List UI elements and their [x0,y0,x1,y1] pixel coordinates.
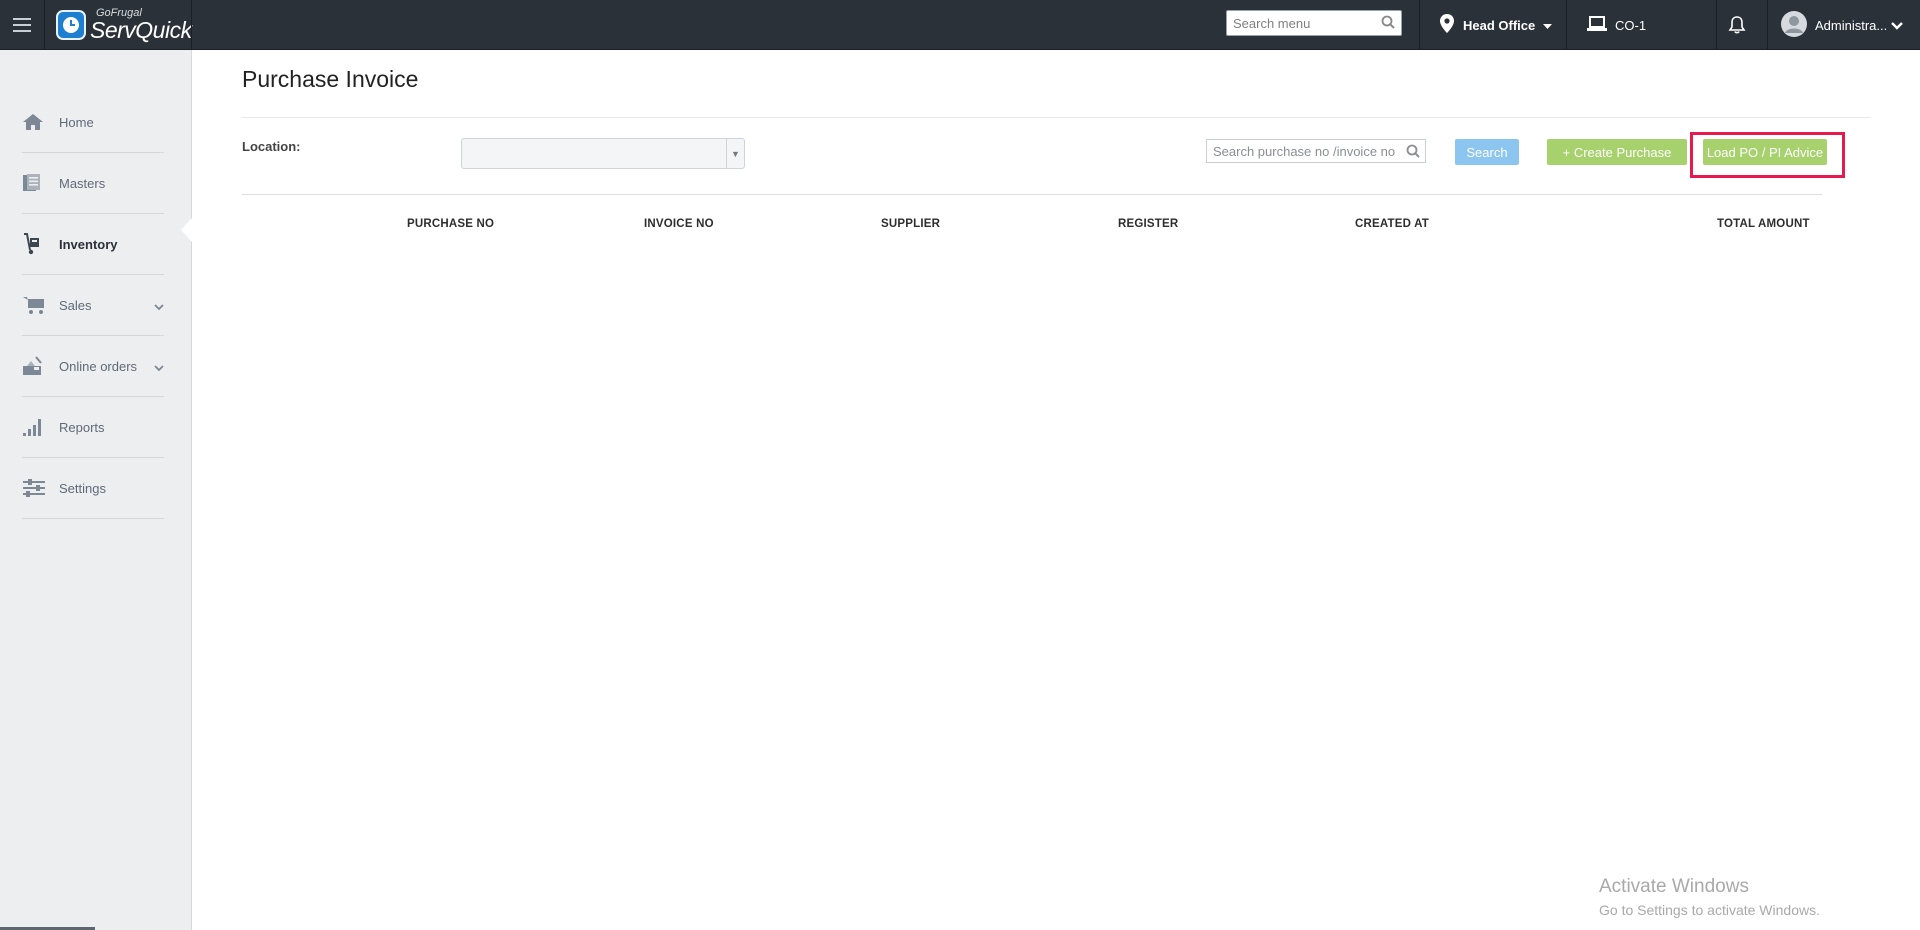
hamburger-menu-icon[interactable] [0,0,45,50]
location-switcher[interactable]: Head Office [1440,0,1553,50]
sidebar-item-sales[interactable]: Sales [22,275,164,336]
watermark-title: Activate Windows [1599,876,1749,897]
search-menu-input[interactable] [1227,12,1377,34]
map-pin-icon [1440,14,1454,36]
settings-icon [22,478,48,498]
sidebar-item-label: Sales [59,297,92,313]
home-icon [22,113,48,131]
create-purchase-button[interactable]: + Create Purchase [1547,139,1687,165]
sidebar-item-label: Settings [59,480,106,496]
search-icon[interactable] [1406,144,1420,163]
chevron-down-icon [154,360,164,375]
sidebar-item-online-orders[interactable]: Online orders [22,336,164,397]
top-bar: GoFrugal ServQuick Head Office CO-1 [0,0,1920,50]
app-logo[interactable]: GoFrugal ServQuick [56,6,192,44]
divider [242,117,1870,118]
column-header-created-at[interactable]: CREATED AT [1355,218,1429,230]
sidebar-item-settings[interactable]: Settings [22,458,164,519]
page-title: Purchase Invoice [242,66,419,92]
purchase-search-input[interactable] [1207,140,1397,162]
column-header-purchase-no[interactable]: PURCHASE NO [407,218,494,230]
location-label: Location: [242,139,301,154]
column-header-total-amount[interactable]: TOTAL AMOUNT [1717,218,1810,230]
masters-icon [22,173,48,193]
watermark-subtitle: Go to Settings to activate Windows. [1599,902,1820,918]
avatar-icon [1781,10,1807,40]
chevron-down-icon [1891,18,1904,33]
sidebar: Home Masters Inventory Sales Online orde… [0,50,192,930]
location-select[interactable]: ▼ [461,138,745,169]
caret-down-icon [1543,18,1553,33]
column-header-register[interactable]: REGISTER [1118,218,1178,230]
user-name: Administra... [1815,17,1888,33]
sidebar-item-masters[interactable]: Masters [22,153,164,214]
sidebar-item-label: Online orders [59,358,138,374]
clock-logo-icon [56,10,86,40]
search-button[interactable]: Search [1455,139,1519,165]
location-name: Head Office [1463,17,1536,33]
notifications-bell-icon[interactable] [1727,0,1747,50]
column-header-supplier[interactable]: SUPPLIER [881,218,940,230]
sidebar-item-label: Inventory [59,236,118,252]
search-menu-field[interactable] [1226,10,1402,36]
online-orders-icon [22,355,48,377]
active-indicator [181,218,192,242]
inventory-icon [22,233,48,255]
load-po-pi-advice-button[interactable]: Load PO / PI Advice [1703,139,1827,165]
sidebar-item-inventory[interactable]: Inventory [22,214,164,275]
sidebar-item-label: Masters [59,175,106,191]
cart-icon [22,295,48,315]
chevron-down-icon [154,299,164,314]
user-menu[interactable]: Administra... [1781,0,1904,50]
purchase-search-field[interactable] [1206,139,1426,163]
sidebar-item-reports[interactable]: Reports [22,397,164,458]
reports-icon [22,417,48,437]
column-header-invoice-no[interactable]: INVOICE NO [644,218,714,230]
computer-icon [1587,15,1607,35]
search-icon[interactable] [1381,15,1395,34]
table-top-divider [242,194,1822,195]
counter-switcher[interactable]: CO-1 [1587,0,1646,50]
sidebar-item-label: Reports [59,419,105,435]
sidebar-item-label: Home [59,114,94,130]
dropdown-arrow-icon[interactable]: ▼ [726,139,744,168]
windows-activation-watermark: Activate Windows Go to Settings to activ… [1599,876,1820,918]
logo-product: ServQuick [90,17,192,43]
sidebar-item-home[interactable]: Home [22,92,164,153]
counter-name: CO-1 [1615,17,1647,33]
